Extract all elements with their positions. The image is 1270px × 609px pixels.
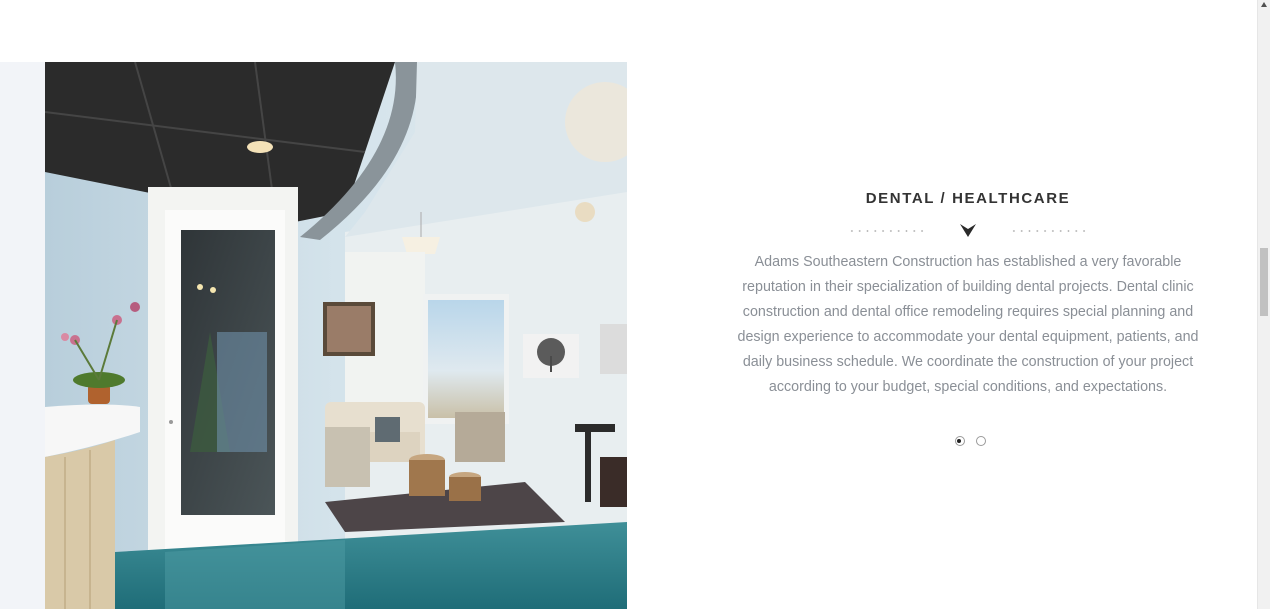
section-description: Adams Southeastern Construction has esta… <box>737 254 1199 395</box>
scroll-up-arrow-icon[interactable] <box>1261 2 1267 7</box>
dental-office-photo <box>45 62 627 609</box>
section-title: DENTAL / HEALTHCARE <box>865 190 1071 207</box>
chevron-down-icon <box>960 224 976 237</box>
left-background-strip <box>0 62 45 609</box>
slide-2-dot[interactable] <box>975 436 986 446</box>
vertical-scrollbar[interactable] <box>1257 0 1270 609</box>
slider-pagination <box>737 436 1199 450</box>
content-panel: DENTAL / HEALTHCARE Adams Southeastern C… <box>737 188 1199 450</box>
slide-1-dot[interactable] <box>954 436 965 446</box>
divider-dots-right <box>1010 230 1088 232</box>
page: DENTAL / HEALTHCARE Adams Southeastern C… <box>0 0 1270 609</box>
title-divider <box>737 222 1199 242</box>
scrollbar-thumb[interactable] <box>1260 248 1268 316</box>
divider-dots-left <box>848 230 926 232</box>
